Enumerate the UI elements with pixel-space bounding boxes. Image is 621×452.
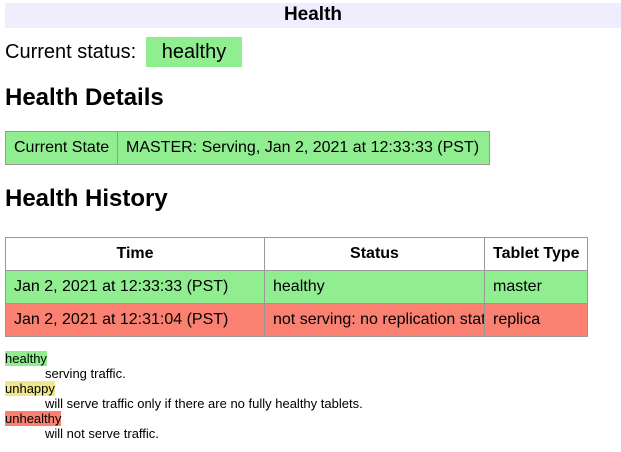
history-status-cell: not serving: no replication status (265, 304, 485, 337)
legend-description-unhappy: will serve traffic only if there are no … (45, 396, 621, 411)
history-time-cell: Jan 2, 2021 at 12:31:04 (PST) (6, 304, 265, 337)
current-state-value-cell: MASTER: Serving, Jan 2, 2021 at 12:33:33… (118, 132, 490, 165)
health-details-table: Current State MASTER: Serving, Jan 2, 20… (5, 131, 490, 165)
health-details-row: Current State MASTER: Serving, Jan 2, 20… (6, 132, 490, 165)
history-tablet-type-cell: replica (485, 304, 588, 337)
history-row: Jan 2, 2021 at 12:31:04 (PST) not servin… (6, 304, 588, 337)
health-history-heading: Health History (5, 185, 621, 213)
history-tablet-type-cell: master (485, 271, 588, 304)
current-state-label-cell: Current State (6, 132, 118, 165)
history-header-row: Time Status Tablet Type (6, 238, 588, 271)
current-status-badge: healthy (146, 37, 243, 67)
legend-description-healthy: serving traffic. (45, 366, 621, 381)
current-status-label: Current status: (5, 41, 136, 63)
history-status-cell: healthy (265, 271, 485, 304)
column-header-time: Time (6, 238, 265, 271)
current-status-line: Current status: healthy (5, 41, 621, 64)
status-legend: healthy serving traffic. unhappy will se… (5, 351, 621, 441)
history-time-cell: Jan 2, 2021 at 12:33:33 (PST) (6, 271, 265, 304)
page-title: Health (5, 3, 621, 28)
column-header-status: Status (265, 238, 485, 271)
column-header-tablet-type: Tablet Type (485, 238, 588, 271)
health-details-heading: Health Details (5, 84, 621, 112)
history-row: Jan 2, 2021 at 12:33:33 (PST) healthy ma… (6, 271, 588, 304)
legend-term-healthy: healthy (5, 351, 47, 366)
legend-term-unhappy: unhappy (5, 381, 55, 396)
health-history-table: Time Status Tablet Type Jan 2, 2021 at 1… (5, 237, 588, 337)
legend-term-unhealthy: unhealthy (5, 411, 61, 426)
legend-description-unhealthy: will not serve traffic. (45, 426, 621, 441)
